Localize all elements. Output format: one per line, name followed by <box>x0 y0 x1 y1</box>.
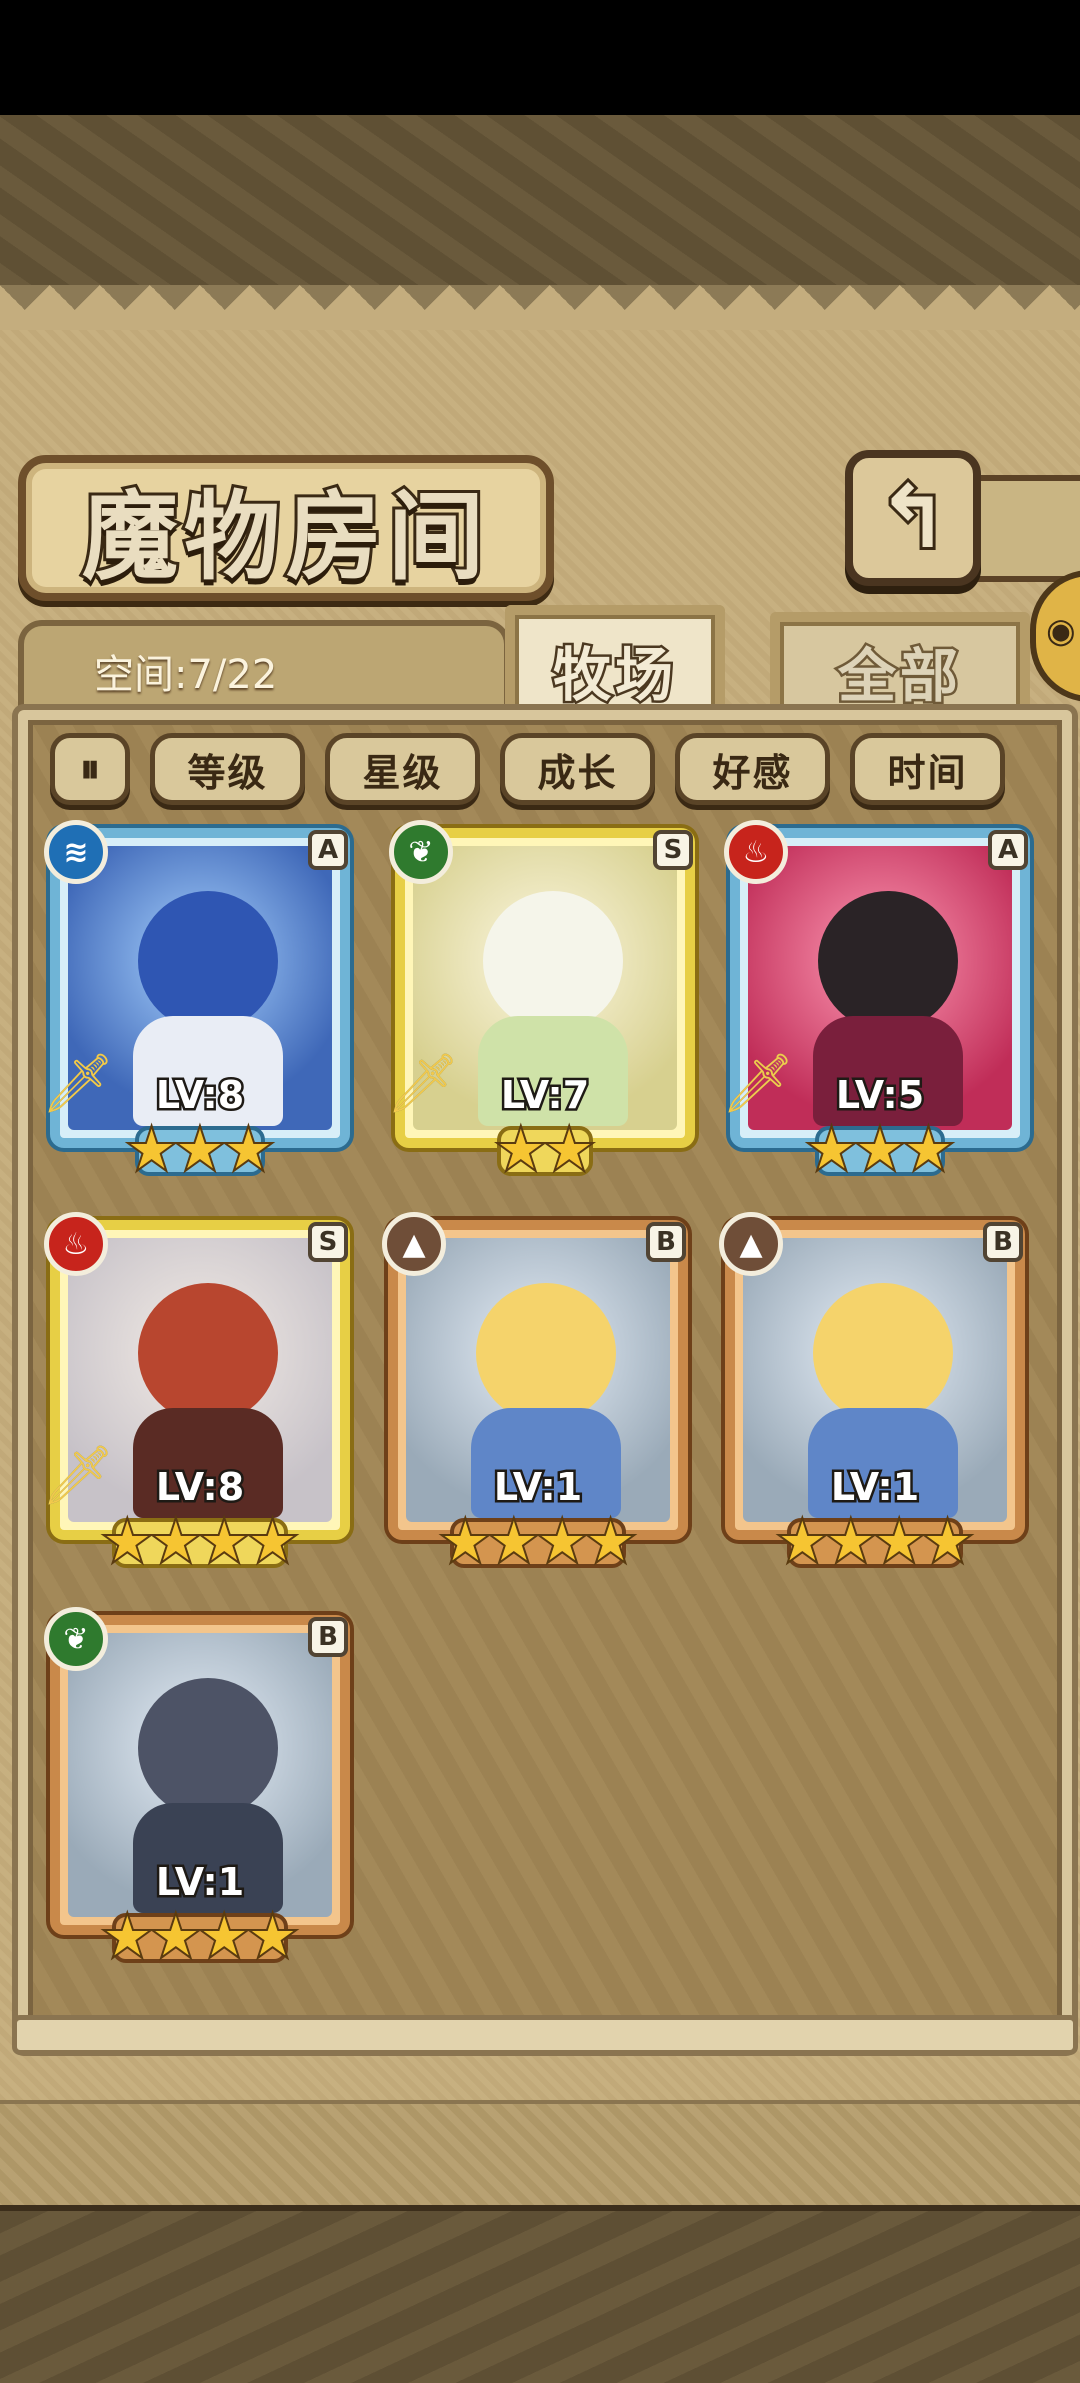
rank-badge: B <box>308 1617 348 1657</box>
sort-button-label: 成长 <box>537 750 618 795</box>
star-icon: ★ <box>174 1118 226 1182</box>
monster-head <box>818 891 958 1031</box>
star-icon: ★ <box>246 1510 298 1574</box>
monster-card[interactable]: ♨ A 🗡 LV:5 ★ ★ ★ <box>721 820 1030 1182</box>
star-rating: ★ ★ ★ ★ <box>50 1510 350 1574</box>
monster-head <box>476 1283 616 1423</box>
monster-head <box>138 1678 278 1818</box>
monster-level: LV:1 <box>153 1858 246 1907</box>
star-rating: ★ ★ ★ ★ <box>725 1510 1025 1574</box>
sort-order-toggle[interactable]: ⏸ <box>50 733 130 805</box>
star-icon: ★ <box>584 1510 636 1574</box>
sort-button-time[interactable]: 时间 <box>850 733 1005 805</box>
sort-button-label: 时间 <box>887 750 968 795</box>
star-icon: ★ <box>536 1510 588 1574</box>
tab-all-label: 全部 <box>835 640 962 713</box>
star-icon: ★ <box>902 1118 954 1182</box>
star-rating: ★ ★ ★ ★ <box>50 1905 350 1969</box>
sort-button-label: 等级 <box>187 750 268 795</box>
rank-badge: S <box>308 1222 348 1262</box>
monster-level: LV:1 <box>491 1463 584 1512</box>
monster-card[interactable]: ❦ B LV:1 ★ ★ ★ ★ <box>44 1607 350 1969</box>
star-icon: ★ <box>222 1118 274 1182</box>
monster-level: LV:8 <box>153 1071 246 1120</box>
star-icon: ★ <box>805 1118 857 1182</box>
coin-icon: ◉ <box>1046 611 1076 651</box>
star-icon: ★ <box>439 1510 491 1574</box>
monster-level: LV:8 <box>153 1463 246 1512</box>
back-button[interactable]: ↰ <box>845 450 981 586</box>
star-icon: ★ <box>873 1510 925 1574</box>
tab-all[interactable]: 全部 <box>770 612 1030 720</box>
tab-ranch-label: 牧场 <box>550 639 677 712</box>
monster-head <box>483 891 623 1031</box>
map-background-bottom <box>0 2205 1080 2383</box>
rank-badge: A <box>988 830 1028 870</box>
monster-card[interactable]: ▲ B LV:1 ★ ★ ★ ★ <box>382 1212 688 1574</box>
star-icon: ★ <box>125 1118 177 1182</box>
monster-level: LV:1 <box>828 1463 921 1512</box>
grass-element-icon: ❦ <box>389 820 453 884</box>
monster-card[interactable]: ♨ S 🗡 LV:8 ★ ★ ★ ★ <box>41 1212 350 1574</box>
fire-element-icon: ♨ <box>44 1212 108 1276</box>
monster-level: LV:5 <box>833 1071 926 1120</box>
earth-element-icon: ▲ <box>719 1212 783 1276</box>
star-icon: ★ <box>101 1905 153 1969</box>
monster-card[interactable]: ❦ S 🗡 LV:7 ★ ★ <box>386 820 695 1182</box>
rank-badge: S <box>653 830 693 870</box>
rank-badge: B <box>646 1222 686 1262</box>
star-icon: ★ <box>150 1510 202 1574</box>
monster-head <box>138 891 278 1031</box>
rank-badge: B <box>983 1222 1023 1262</box>
parchment-edge-top <box>0 285 1080 335</box>
space-capacity-bar: 空间:7/22 <box>18 620 510 711</box>
star-rating: ★ ★ ★ <box>730 1118 1030 1182</box>
earth-element-icon: ▲ <box>382 1212 446 1276</box>
water-element-icon: ≋ <box>44 820 108 884</box>
map-background-top <box>0 115 1080 291</box>
star-icon: ★ <box>825 1510 877 1574</box>
star-icon: ★ <box>543 1118 595 1182</box>
star-rating: ★ ★ ★ <box>50 1118 350 1182</box>
star-icon: ★ <box>776 1510 828 1574</box>
grass-element-icon: ❦ <box>44 1607 108 1671</box>
parchment-edge-bottom <box>0 2100 1080 2214</box>
sort-button-affection[interactable]: 好感 <box>675 733 830 805</box>
star-icon: ★ <box>101 1510 153 1574</box>
page-title-plate: 魔物房间 <box>18 455 554 601</box>
rank-badge: A <box>308 830 348 870</box>
star-icon: ★ <box>488 1510 540 1574</box>
return-arrow-icon: ↰ <box>874 468 952 568</box>
star-rating: ★ ★ <box>395 1118 695 1182</box>
status-bar-area <box>0 0 1080 115</box>
monster-card[interactable]: ≋ A 🗡 LV:8 ★ ★ ★ <box>41 820 350 1182</box>
space-capacity-label: 空间:7/22 <box>94 652 278 698</box>
monster-level: LV:7 <box>498 1071 591 1120</box>
sort-button-label: 星级 <box>362 750 443 795</box>
sort-button-growth[interactable]: 成长 <box>500 733 655 805</box>
sort-button-stars[interactable]: 星级 <box>325 733 480 805</box>
star-icon: ★ <box>246 1905 298 1969</box>
star-rating: ★ ★ ★ ★ <box>388 1510 688 1574</box>
sort-toolbar: ⏸ 等级 星级 成长 好感 时间 <box>50 733 1010 805</box>
star-icon: ★ <box>495 1118 547 1182</box>
sort-order-icon: ⏸ <box>80 746 100 792</box>
star-icon: ★ <box>150 1905 202 1969</box>
sort-button-label: 好感 <box>712 750 793 795</box>
page-title: 魔物房间 <box>79 477 490 596</box>
star-icon: ★ <box>198 1905 250 1969</box>
fire-element-icon: ♨ <box>724 820 788 884</box>
monster-head <box>138 1283 278 1423</box>
monster-card[interactable]: ▲ B LV:1 ★ ★ ★ ★ <box>719 1212 1025 1574</box>
sort-button-level[interactable]: 等级 <box>150 733 305 805</box>
star-icon: ★ <box>854 1118 906 1182</box>
star-icon: ★ <box>198 1510 250 1574</box>
tab-ranch[interactable]: 牧场 <box>505 605 725 725</box>
monster-head <box>813 1283 953 1423</box>
panel-bottom-rail <box>12 2015 1078 2055</box>
star-icon: ★ <box>921 1510 973 1574</box>
